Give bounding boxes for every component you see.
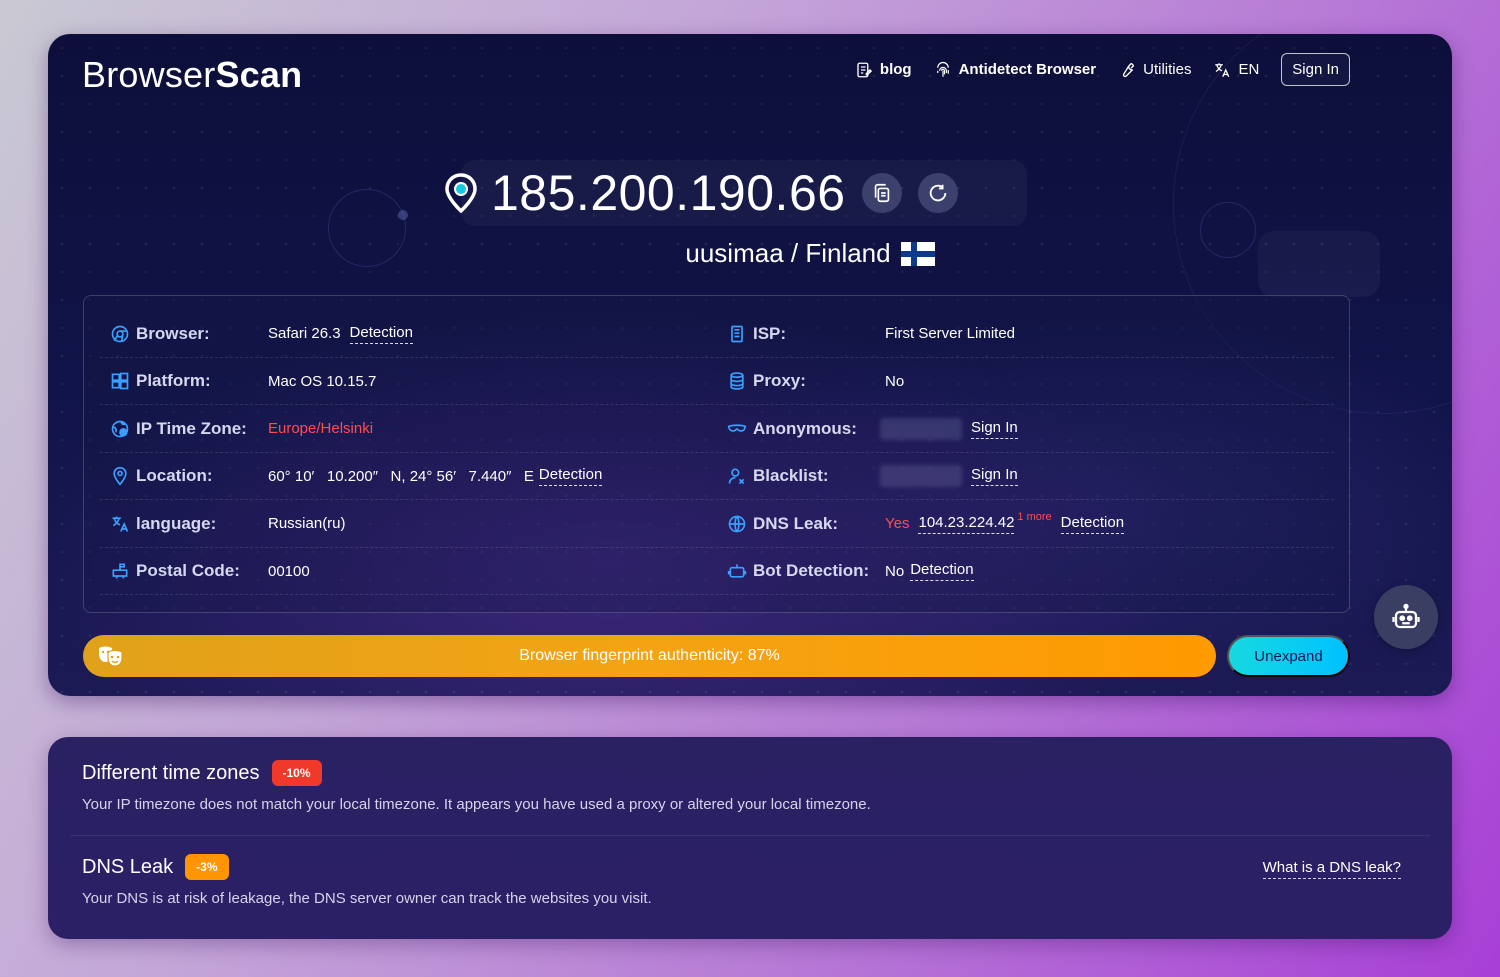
info-table: Browser: Safari 26.3 Detection ISP: Firs… xyxy=(83,295,1350,613)
region-text: uusimaa / Finland xyxy=(685,238,891,268)
issue-title: Different time zones xyxy=(82,761,260,784)
bot-detection-label: Bot Detection: xyxy=(727,561,869,581)
issue-title: DNS Leak xyxy=(82,855,174,878)
proxy-value: No xyxy=(885,372,905,390)
issue-description: Your DNS is at risk of leakage, the DNS … xyxy=(82,890,652,907)
translate-icon xyxy=(112,516,129,532)
browser-detection-link[interactable]: Detection xyxy=(349,324,413,344)
platform-label: Platform: xyxy=(110,371,211,391)
dns-globe-icon xyxy=(728,515,746,533)
blacklist-value: Sign In xyxy=(880,465,1018,488)
translate-icon xyxy=(1215,62,1230,77)
ip-time-zone-label: IP Time Zone: xyxy=(110,419,247,439)
dns-leak-value: Yes 104.23.224.42 1 more Detection xyxy=(885,511,1125,534)
proxy-label: Proxy: xyxy=(727,371,806,391)
ip-region: uusimaa / Finland xyxy=(48,238,1452,269)
anonymous-value: Sign In xyxy=(880,417,1018,440)
copy-icon xyxy=(874,183,889,203)
sign-in-button[interactable]: Sign In xyxy=(1281,53,1350,86)
info-row: Browser: Safari 26.3 Detection ISP: Firs… xyxy=(100,310,1334,358)
blurred-value xyxy=(880,465,962,488)
building-icon xyxy=(731,325,743,343)
issues-card: Different time zones -10% Your IP timezo… xyxy=(48,737,1452,939)
fingerprint-icon xyxy=(936,61,949,77)
anonymous-sign-in-link[interactable]: Sign In xyxy=(971,419,1018,439)
nav-antidetect-browser[interactable]: Antidetect Browser xyxy=(934,61,1096,79)
language-label: language: xyxy=(110,514,216,534)
penalty-badge: -10% xyxy=(271,760,322,786)
nav-utilities[interactable]: Utilities xyxy=(1118,61,1191,79)
theater-masks-icon xyxy=(99,646,123,667)
robot-icon xyxy=(1392,603,1420,629)
document-edit-icon xyxy=(857,62,873,77)
finland-flag-icon xyxy=(900,241,935,266)
copy-button[interactable] xyxy=(861,173,902,213)
blurred-value xyxy=(880,417,962,440)
dns-leak-label: DNS Leak: xyxy=(727,514,838,534)
wrench-icon xyxy=(1122,62,1135,77)
isp-value: First Server Limited xyxy=(885,325,1016,343)
robot-icon xyxy=(727,564,747,578)
bot-detection-link[interactable]: Detection xyxy=(910,561,974,582)
database-icon xyxy=(730,372,744,391)
chatbot-button[interactable] xyxy=(1374,585,1438,649)
language-value: Russian(ru) xyxy=(268,515,346,533)
anonymous-label: Anonymous: xyxy=(727,419,857,439)
unexpand-button[interactable]: Unexpand xyxy=(1227,635,1350,677)
location-value: 60° 10′ 10.200″ N, 24° 56′ 7.440″ E Dete… xyxy=(268,466,603,487)
ip-display: 185.200.190.66 xyxy=(443,160,1027,226)
blacklist-sign-in-link[interactable]: Sign In xyxy=(971,466,1018,487)
issue-time-zones: Different time zones -10% Your IP timezo… xyxy=(82,760,871,813)
authenticity-label: Browser fingerprint authenticity: 87% xyxy=(519,647,780,664)
browser-value: Safari 26.3 Detection xyxy=(268,323,413,344)
ip-info-card: BrowserScan blog Antidetect Browser Util… xyxy=(48,34,1452,696)
postal-code-value: 00100 xyxy=(268,562,310,580)
globe-clock-icon xyxy=(111,420,129,438)
info-row: IP Time Zone: Europe/Helsinki Anonymous:… xyxy=(100,405,1334,453)
refresh-button[interactable] xyxy=(917,173,958,213)
authenticity-bar: Browser fingerprint authenticity: 87% xyxy=(83,635,1216,677)
browser-label: Browser: xyxy=(110,324,210,344)
issue-dns-leak: DNS Leak -3% Your DNS is at risk of leak… xyxy=(82,854,652,907)
refresh-icon xyxy=(929,184,946,202)
dns-more-count[interactable]: 1 more xyxy=(1017,511,1051,523)
location-label: Location: xyxy=(110,466,213,486)
ip-time-zone-value: Europe/Helsinki xyxy=(268,420,374,438)
ip-address[interactable]: 185.200.190.66 xyxy=(491,164,846,222)
windows-icon xyxy=(111,372,129,390)
blacklist-label: Blacklist: xyxy=(727,466,829,486)
bot-detection-value: No Detection xyxy=(885,561,974,582)
dns-server-link[interactable]: 104.23.224.42 xyxy=(918,514,1015,534)
penalty-badge: -3% xyxy=(185,854,229,880)
dns-detection-link[interactable]: Detection xyxy=(1060,514,1125,534)
info-row: language: Russian(ru) DNS Leak: Yes 104.… xyxy=(100,500,1334,548)
nav-language[interactable]: EN xyxy=(1213,61,1259,79)
mask-icon xyxy=(727,424,747,432)
browserscan-logo[interactable]: BrowserScan xyxy=(82,54,302,96)
dns-leak-status: Yes xyxy=(885,515,910,533)
info-row: Location: 60° 10′ 10.200″ N, 24° 56′ 7.4… xyxy=(100,453,1334,500)
mailbox-icon xyxy=(112,563,128,579)
nav-blog[interactable]: blog xyxy=(855,61,912,79)
user-icon xyxy=(728,468,745,485)
location-icon xyxy=(113,467,127,486)
decorative-dot xyxy=(398,210,408,220)
browser-icon xyxy=(111,325,129,343)
what-is-dns-leak-link[interactable]: What is a DNS leak? xyxy=(1262,859,1401,879)
postal-code-label: Postal Code: xyxy=(110,561,240,581)
isp-label: ISP: xyxy=(727,324,786,344)
issue-description: Your IP timezone does not match your loc… xyxy=(82,796,871,813)
info-row: Postal Code: 00100 Bot Detection: No Det… xyxy=(100,548,1334,595)
platform-value: Mac OS 10.15.7 xyxy=(268,372,377,390)
divider xyxy=(70,835,1430,836)
location-pin-icon xyxy=(445,173,477,213)
top-nav: blog Antidetect Browser Utilities EN Sig… xyxy=(855,53,1350,86)
info-row: Platform: Mac OS 10.15.7 Proxy: No xyxy=(100,358,1334,405)
location-detection-link[interactable]: Detection xyxy=(538,466,603,487)
